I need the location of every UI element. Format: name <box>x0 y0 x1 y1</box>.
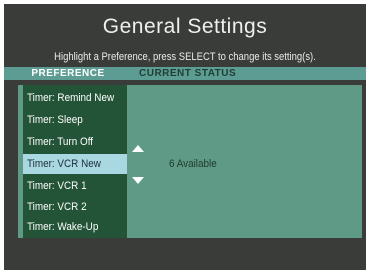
preference-item-timer-turn-off[interactable]: Timer: Turn Off <box>23 132 127 152</box>
triangle-down-icon[interactable] <box>132 177 144 184</box>
preference-item-timer-vcr-1[interactable]: Timer: VCR 1 <box>23 176 127 196</box>
preference-item-label: Timer: Turn Off <box>27 136 94 148</box>
preference-item-timer-vcr-2[interactable]: Timer: VCR 2 <box>23 197 127 217</box>
tv-screen: General Settings Highlight a Preference,… <box>0 0 373 273</box>
preference-item-timer-wake-up[interactable]: Timer: Wake-Up <box>23 217 127 237</box>
preference-item-label: Timer: VCR 2 <box>27 201 87 213</box>
preference-column-header: PREFERENCE <box>31 68 105 79</box>
preference-item-label: Timer: Remind New <box>27 92 115 104</box>
triangle-up-icon[interactable] <box>132 145 144 152</box>
preference-item-timer-vcr-new[interactable]: Timer: VCR New <box>23 154 127 174</box>
preference-item-label: Timer: VCR 1 <box>27 180 87 192</box>
preference-item-timer-sleep[interactable]: Timer: Sleep <box>23 110 127 130</box>
settings-panel: General Settings Highlight a Preference,… <box>4 4 366 270</box>
current-status-value: 6 Available <box>169 158 217 170</box>
preference-item-timer-remind-new[interactable]: Timer: Remind New <box>23 88 127 108</box>
settings-content: Timer: Remind New Timer: Sleep Timer: Tu… <box>18 85 362 238</box>
bottom-bar <box>4 238 366 270</box>
column-header-bar: PREFERENCE CURRENT STATUS <box>4 67 366 80</box>
preference-list: Timer: Remind New Timer: Sleep Timer: Tu… <box>23 85 127 238</box>
current-status-column-header: CURRENT STATUS <box>139 68 237 79</box>
preference-item-label: Timer: Sleep <box>27 114 83 126</box>
preference-item-label: Timer: VCR New <box>27 158 101 170</box>
preference-item-label: Timer: Wake-Up <box>27 221 99 233</box>
page-title: General Settings <box>102 15 268 38</box>
instruction-text: Highlight a Preference, press SELECT to … <box>54 51 316 63</box>
